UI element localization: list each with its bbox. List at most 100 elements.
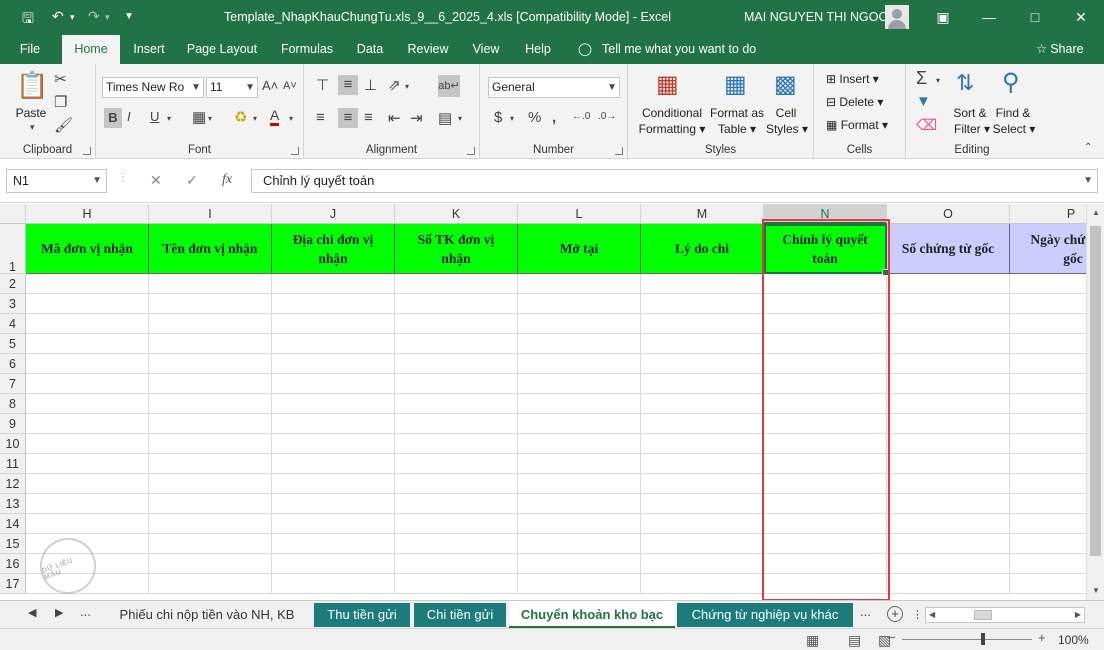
grid-cell[interactable] bbox=[518, 314, 641, 334]
column-header-k[interactable]: K bbox=[395, 204, 518, 224]
grid-cell[interactable] bbox=[149, 354, 272, 374]
grid-cell[interactable] bbox=[395, 494, 518, 514]
grid-cell[interactable] bbox=[641, 414, 764, 434]
sheet-tab-phieu-chi[interactable]: Phiếu chi nộp tiền vào NH, KB bbox=[104, 603, 310, 627]
tab-data[interactable]: Data bbox=[352, 35, 388, 64]
grid-cell[interactable] bbox=[26, 474, 149, 494]
copy-icon[interactable]: ❐ bbox=[54, 93, 67, 111]
grid-cell[interactable] bbox=[149, 434, 272, 454]
row-header-14[interactable]: 14 bbox=[0, 514, 26, 534]
grid-cell[interactable] bbox=[149, 554, 272, 574]
grid-cell[interactable] bbox=[641, 494, 764, 514]
grid-cell[interactable] bbox=[149, 314, 272, 334]
grid-cell[interactable] bbox=[149, 274, 272, 294]
drag-handle-icon[interactable]: ⋮ bbox=[118, 172, 128, 183]
font-launcher-icon[interactable] bbox=[291, 147, 299, 155]
sort-filter-icon[interactable]: ⇅ bbox=[956, 70, 974, 96]
number-format-combo[interactable]: General ▼ bbox=[488, 77, 620, 98]
italic-icon[interactable]: I bbox=[127, 109, 131, 124]
grid-cell[interactable] bbox=[26, 314, 149, 334]
grid-cell[interactable] bbox=[26, 394, 149, 414]
sort-filter-label2[interactable]: Filter ▾ bbox=[950, 122, 994, 136]
grid-cell[interactable] bbox=[518, 474, 641, 494]
sheet-tab-chung-tu-nghiep-vu-khac[interactable]: Chứng từ nghiệp vụ khác bbox=[677, 603, 853, 627]
borders-icon[interactable]: ▦ bbox=[192, 108, 206, 126]
grid-cell[interactable] bbox=[395, 374, 518, 394]
grid-cell[interactable] bbox=[518, 414, 641, 434]
sheet-tab-chi-tien-gui[interactable]: Chi tiền gửi bbox=[414, 603, 506, 627]
row-header-17[interactable]: 17 bbox=[0, 574, 26, 594]
share-button[interactable]: ☆ Share bbox=[1036, 35, 1084, 64]
grid-cell[interactable] bbox=[26, 354, 149, 374]
clear-icon[interactable]: ⌫ bbox=[916, 116, 937, 134]
align-middle-icon[interactable]: ≡ bbox=[338, 75, 358, 95]
row-header-3[interactable]: 3 bbox=[0, 294, 26, 314]
grid-cell[interactable] bbox=[149, 374, 272, 394]
underline-icon[interactable]: U bbox=[150, 109, 159, 124]
minimize-icon[interactable]: — bbox=[966, 0, 1012, 34]
grid-cell[interactable] bbox=[518, 494, 641, 514]
redo-dropdown-icon[interactable]: ▾ bbox=[105, 12, 110, 23]
grid-cell[interactable] bbox=[395, 474, 518, 494]
sheet-tab-thu-tien-gui[interactable]: Thu tiền gửi bbox=[314, 603, 410, 627]
grid-cell[interactable] bbox=[395, 414, 518, 434]
zoom-in-icon[interactable]: + bbox=[1038, 630, 1046, 645]
header-cell-l1[interactable]: Mở tại bbox=[518, 224, 641, 274]
increase-decimal-icon[interactable]: ←.0 bbox=[572, 111, 590, 122]
find-select-button[interactable]: Find & bbox=[992, 106, 1034, 120]
paste-button[interactable]: Paste bbox=[14, 106, 48, 120]
column-header-o[interactable]: O bbox=[887, 204, 1010, 224]
column-header-h[interactable]: H bbox=[26, 204, 149, 224]
increase-font-icon[interactable]: A˄ bbox=[262, 78, 278, 93]
tab-review[interactable]: Review bbox=[402, 35, 454, 64]
font-color-icon[interactable]: A bbox=[270, 107, 280, 126]
paste-icon[interactable]: 📋 bbox=[16, 70, 48, 102]
grid-cell[interactable] bbox=[272, 274, 395, 294]
grid-cell[interactable] bbox=[518, 454, 641, 474]
tab-view[interactable]: View bbox=[466, 35, 506, 64]
grid-cell[interactable] bbox=[272, 454, 395, 474]
font-color-dropdown-icon[interactable]: ▾ bbox=[289, 114, 293, 123]
zoom-slider[interactable] bbox=[902, 639, 1032, 640]
conditional-formatting-button[interactable]: Conditional bbox=[636, 106, 708, 120]
merge-dropdown-icon[interactable]: ▾ bbox=[458, 114, 462, 123]
grid-cell[interactable] bbox=[272, 554, 395, 574]
grid-cell[interactable] bbox=[272, 474, 395, 494]
format-as-table-button[interactable]: Format as bbox=[708, 106, 766, 120]
font-size-combo[interactable]: 11 ▼ bbox=[206, 77, 258, 98]
alignment-launcher-icon[interactable] bbox=[467, 147, 475, 155]
tab-file[interactable]: File bbox=[12, 35, 48, 64]
grid-cell[interactable] bbox=[887, 474, 1010, 494]
page-layout-view-icon[interactable]: ▤ bbox=[848, 632, 861, 649]
delete-cells-button[interactable]: ⊟ Delete ▾ bbox=[826, 95, 883, 109]
grid-cell[interactable] bbox=[518, 374, 641, 394]
maximize-icon[interactable]: □ bbox=[1012, 0, 1058, 34]
find-select-icon[interactable]: ⚲ bbox=[1002, 68, 1020, 97]
grid-cell[interactable] bbox=[887, 434, 1010, 454]
sheet-more-left[interactable]: ... bbox=[80, 604, 91, 619]
zoom-slider-knob[interactable] bbox=[981, 633, 985, 645]
fill-color-dropdown-icon[interactable]: ▾ bbox=[253, 114, 257, 123]
borders-dropdown-icon[interactable]: ▾ bbox=[208, 114, 212, 123]
grid-cell[interactable] bbox=[272, 434, 395, 454]
row-header-9[interactable]: 9 bbox=[0, 414, 26, 434]
grid-cell[interactable] bbox=[887, 314, 1010, 334]
grid-cell[interactable] bbox=[641, 434, 764, 454]
column-header-l[interactable]: L bbox=[518, 204, 641, 224]
grid-cell[interactable] bbox=[641, 394, 764, 414]
scroll-left-icon[interactable]: ◀ bbox=[929, 610, 935, 619]
insert-cells-button[interactable]: ⊞ Insert ▾ bbox=[826, 72, 879, 86]
grid-cell[interactable] bbox=[149, 414, 272, 434]
grid-cell[interactable] bbox=[272, 354, 395, 374]
grid-cell[interactable] bbox=[641, 374, 764, 394]
grid-cell[interactable] bbox=[641, 574, 764, 594]
tell-me-search[interactable]: ◯ Tell me what you want to do bbox=[578, 35, 756, 64]
customize-toolbar-icon[interactable]: ▼ bbox=[124, 11, 134, 22]
grid-cell[interactable] bbox=[641, 514, 764, 534]
row-header-13[interactable]: 13 bbox=[0, 494, 26, 514]
clipboard-launcher-icon[interactable] bbox=[83, 147, 91, 155]
cell-styles-icon[interactable]: ▩ bbox=[774, 70, 797, 99]
row-header-7[interactable]: 7 bbox=[0, 374, 26, 394]
undo-icon[interactable]: ↶ bbox=[52, 8, 64, 25]
row-header-5[interactable]: 5 bbox=[0, 334, 26, 354]
